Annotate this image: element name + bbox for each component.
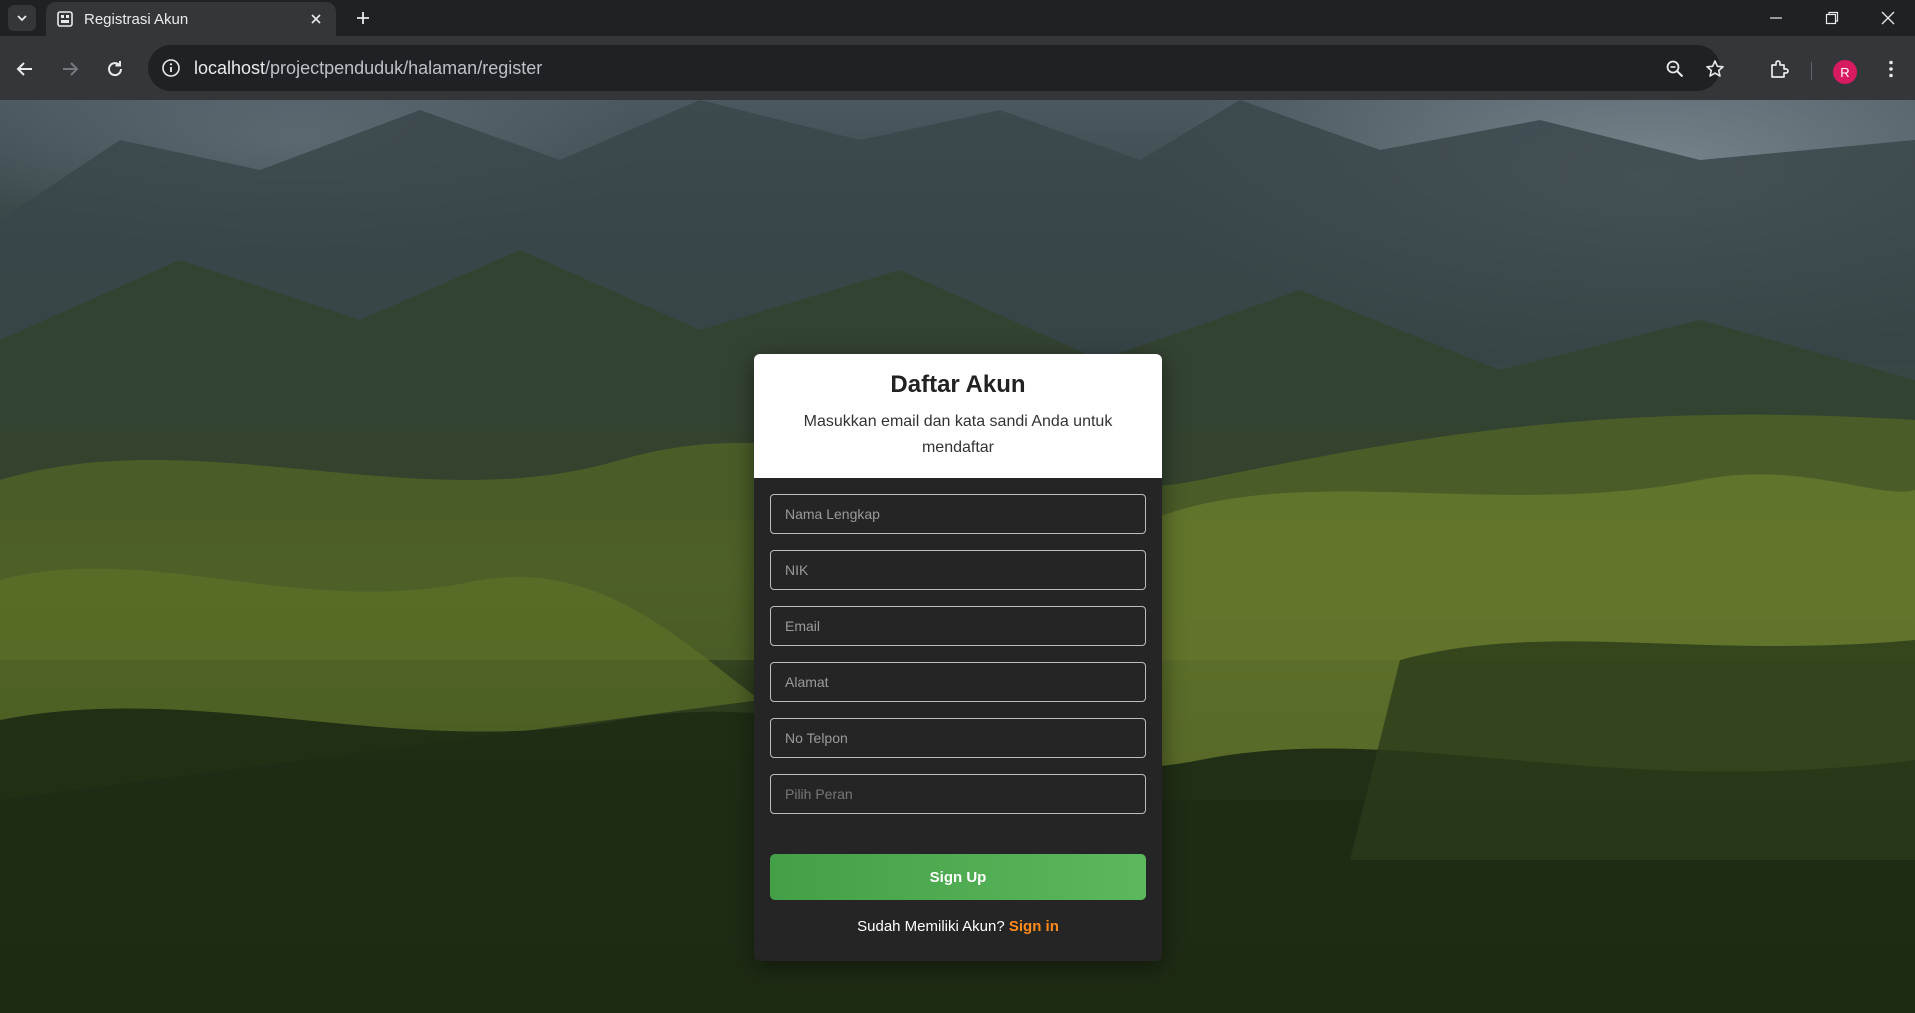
url-path: /projectpenduduk/halaman/register	[265, 57, 543, 78]
reload-button[interactable]	[98, 52, 132, 86]
restore-button[interactable]	[1804, 0, 1860, 36]
sign-up-button[interactable]: Sign Up	[770, 854, 1146, 900]
minimize-icon	[1770, 17, 1782, 19]
full-name-field[interactable]	[770, 494, 1146, 534]
address-field[interactable]	[770, 662, 1146, 702]
toolbar-divider	[1811, 62, 1812, 80]
url-text[interactable]: localhost/projectpenduduk/halaman/regist…	[194, 58, 542, 79]
register-card: Daftar Akun Masukkan email dan kata sand…	[754, 354, 1162, 961]
zoom-icon	[1666, 60, 1684, 78]
window-close-button[interactable]	[1860, 0, 1915, 36]
window-close-icon	[1881, 11, 1895, 25]
info-icon[interactable]	[158, 55, 184, 81]
close-tab-button[interactable]	[306, 9, 326, 29]
browser-menu-button[interactable]	[1876, 54, 1906, 84]
bookmark-button[interactable]	[1700, 54, 1730, 84]
phone-field[interactable]	[770, 718, 1146, 758]
sign-in-prompt: Sudah Memiliki Akun?	[857, 918, 1005, 935]
star-icon	[1706, 60, 1724, 77]
address-bar[interactable]: localhost/projectpenduduk/halaman/regist…	[148, 45, 1724, 91]
tab-title: Registrasi Akun	[84, 10, 189, 28]
kebab-menu-icon	[1889, 60, 1893, 78]
extensions-button[interactable]	[1764, 54, 1794, 84]
nik-field[interactable]	[770, 550, 1146, 590]
back-arrow-icon	[16, 62, 32, 76]
back-button[interactable]	[8, 52, 42, 86]
plus-icon	[357, 12, 369, 24]
extensions-icon	[1771, 60, 1789, 78]
forward-arrow-icon	[63, 62, 79, 76]
tab-list-icon	[17, 15, 27, 22]
page-title: Daftar Akun	[890, 371, 1026, 398]
close-icon	[311, 14, 321, 24]
url-host: localhost	[194, 57, 266, 78]
role-select[interactable]: Pilih Peran	[770, 774, 1146, 814]
tab-strip: Registrasi Akun	[0, 0, 1915, 36]
register-form: Pilih Peran Sign Up Sudah Memiliki Akun?…	[754, 478, 1162, 935]
role-select-placeholder: Pilih Peran	[785, 786, 853, 802]
new-tab-button[interactable]	[350, 6, 376, 30]
page-favicon-icon	[56, 10, 74, 28]
restore-icon	[1825, 11, 1839, 25]
active-tab[interactable]: Registrasi Akun	[46, 2, 336, 36]
page-viewport: Daftar Akun Masukkan email dan kata sand…	[0, 100, 1915, 1013]
register-card-header: Daftar Akun Masukkan email dan kata sand…	[754, 354, 1162, 478]
email-field[interactable]	[770, 606, 1146, 646]
sign-in-link[interactable]: Sign in	[1009, 918, 1059, 935]
sign-in-prompt-row: Sudah Memiliki Akun? Sign in	[770, 918, 1146, 935]
page-subtitle: Masukkan email dan kata sandi Anda untuk…	[803, 413, 1113, 456]
zoom-button[interactable]	[1660, 54, 1690, 84]
forward-button[interactable]	[53, 52, 87, 86]
browser-toolbar: localhost/projectpenduduk/halaman/regist…	[0, 36, 1915, 100]
tab-list-button[interactable]	[8, 5, 36, 31]
minimize-button[interactable]	[1748, 0, 1804, 36]
reload-icon	[108, 61, 123, 77]
profile-avatar[interactable]: R	[1833, 60, 1857, 84]
